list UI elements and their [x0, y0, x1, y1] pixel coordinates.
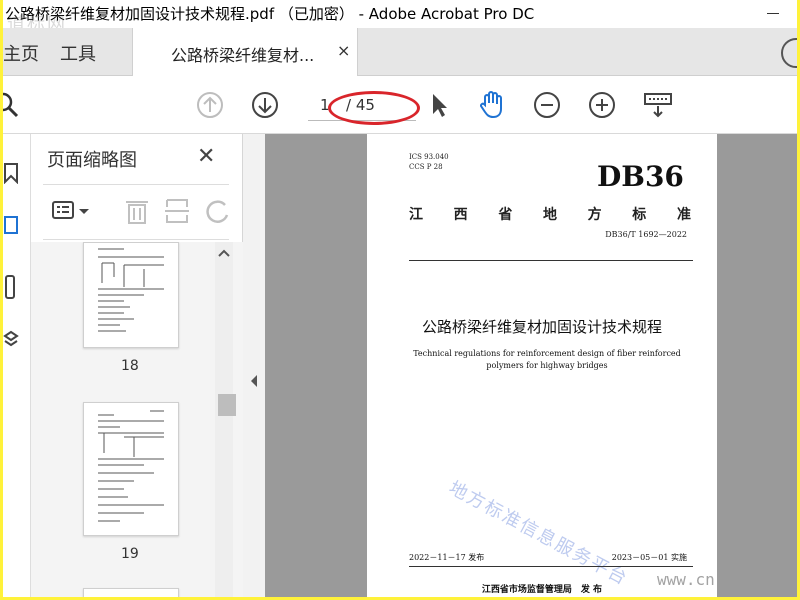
standard-code: DB36 — [597, 160, 684, 193]
page-thumbnails-icon[interactable] — [3, 214, 19, 236]
bookmark-icon[interactable] — [3, 162, 19, 184]
layers-icon[interactable] — [3, 330, 19, 348]
province-standard-title: 江 西 省 地 方 标 准 — [409, 204, 691, 224]
page-down-icon[interactable] — [250, 90, 280, 120]
thumbnail-list: 18 19 — [31, 242, 243, 597]
title-char: 方 — [587, 207, 602, 223]
header-rule — [409, 260, 693, 261]
implementation-date: 2023－05－01 实施 — [611, 553, 687, 562]
footer-rule — [409, 566, 693, 567]
ics-code: ICS 93.040 CCS P 28 — [409, 152, 449, 172]
toolbar: 1 / 45 — [3, 76, 797, 134]
thumbnail-options-icon[interactable] — [51, 197, 79, 225]
title-char: 省 — [498, 207, 513, 223]
acrobat-window: 公路桥梁纤维复材加固设计技术规程.pdf （已加密） - Adobe Acrob… — [3, 0, 797, 597]
left-tool-rail — [3, 134, 31, 597]
chevron-down-icon[interactable] — [77, 197, 91, 225]
collapse-arrow-icon[interactable] — [249, 374, 259, 388]
tab-bar: 主页 工具 公路桥梁纤维复材... × — [3, 28, 797, 76]
title-char: 标 — [632, 207, 647, 223]
thumbnail-content — [98, 410, 164, 522]
scroll-up-icon[interactable] — [217, 248, 231, 258]
panel-toolbar — [43, 184, 229, 240]
thumbnail-content — [98, 248, 164, 332]
ics-line: ICS 93.040 — [409, 153, 449, 161]
standard-number: DB36/T 1692—2022 — [605, 230, 687, 239]
page-thumbnail-19[interactable] — [83, 402, 179, 536]
scrollbar-thumb[interactable] — [218, 394, 236, 416]
page-thumbnail-18[interactable] — [83, 242, 179, 348]
hand-tool-icon[interactable] — [477, 90, 507, 120]
page-thumbnail-next[interactable] — [83, 588, 179, 597]
split-page-icon[interactable] — [163, 197, 191, 225]
select-arrow-icon[interactable] — [423, 90, 453, 120]
title-char: 江 — [409, 207, 423, 223]
thumbnail-page-label: 18 — [121, 358, 139, 374]
title-char: 准 — [676, 207, 691, 223]
thumbnail-scrollbar[interactable] — [215, 242, 236, 597]
zoom-out-icon[interactable] — [532, 90, 562, 120]
help-icon[interactable] — [781, 38, 797, 68]
document-title-en: Technical regulations for reinforcement … — [413, 349, 681, 370]
window-title: 公路桥梁纤维复材加固设计技术规程.pdf （已加密） - Adobe Acrob… — [5, 5, 535, 23]
page-thumbnails-panel: 页面缩略图 ✕ 18 19 — [31, 134, 243, 597]
delete-page-icon[interactable] — [123, 197, 151, 225]
document-title-cn: 公路桥梁纤维复材加固设计技术规程 — [421, 318, 662, 336]
minimize-button[interactable] — [767, 13, 779, 14]
rotate-page-icon[interactable] — [203, 197, 231, 225]
search-icon[interactable] — [3, 90, 21, 120]
red-annotation-ellipse — [328, 91, 420, 125]
attachment-icon[interactable] — [3, 274, 19, 300]
close-panel-button[interactable]: ✕ — [197, 144, 215, 169]
panel-collapse-strip[interactable] — [243, 134, 265, 597]
tab-home[interactable]: 主页 — [3, 40, 39, 66]
keyboard-tools-icon[interactable] — [643, 90, 673, 120]
title-bar: 公路桥梁纤维复材加固设计技术规程.pdf （已加密） - Adobe Acrob… — [3, 0, 797, 28]
document-tab[interactable]: 公路桥梁纤维复材... × — [132, 28, 358, 76]
pdf-page: ICS 93.040 CCS P 28 DB36 江 西 省 地 方 标 准 D… — [367, 134, 717, 597]
close-tab-button[interactable]: × — [337, 41, 350, 60]
zoom-in-icon[interactable] — [587, 90, 617, 120]
panel-title: 页面缩略图 — [47, 150, 137, 171]
corner-watermark: www.cn — [657, 570, 715, 589]
page-up-icon[interactable] — [195, 90, 225, 120]
ccs-line: CCS P 28 — [409, 163, 443, 171]
title-char: 地 — [542, 207, 557, 223]
issue-date: 2022－11－17 发布 — [409, 553, 485, 562]
thumbnail-page-label: 19 — [121, 546, 139, 562]
tab-tools[interactable]: 工具 — [60, 40, 96, 66]
document-view[interactable]: ICS 93.040 CCS P 28 DB36 江 西 省 地 方 标 准 D… — [265, 134, 797, 597]
document-watermark: 地方标准信息服务平台 — [445, 477, 632, 590]
title-char: 西 — [453, 207, 468, 223]
document-tab-label: 公路桥梁纤维复材... — [171, 46, 315, 65]
